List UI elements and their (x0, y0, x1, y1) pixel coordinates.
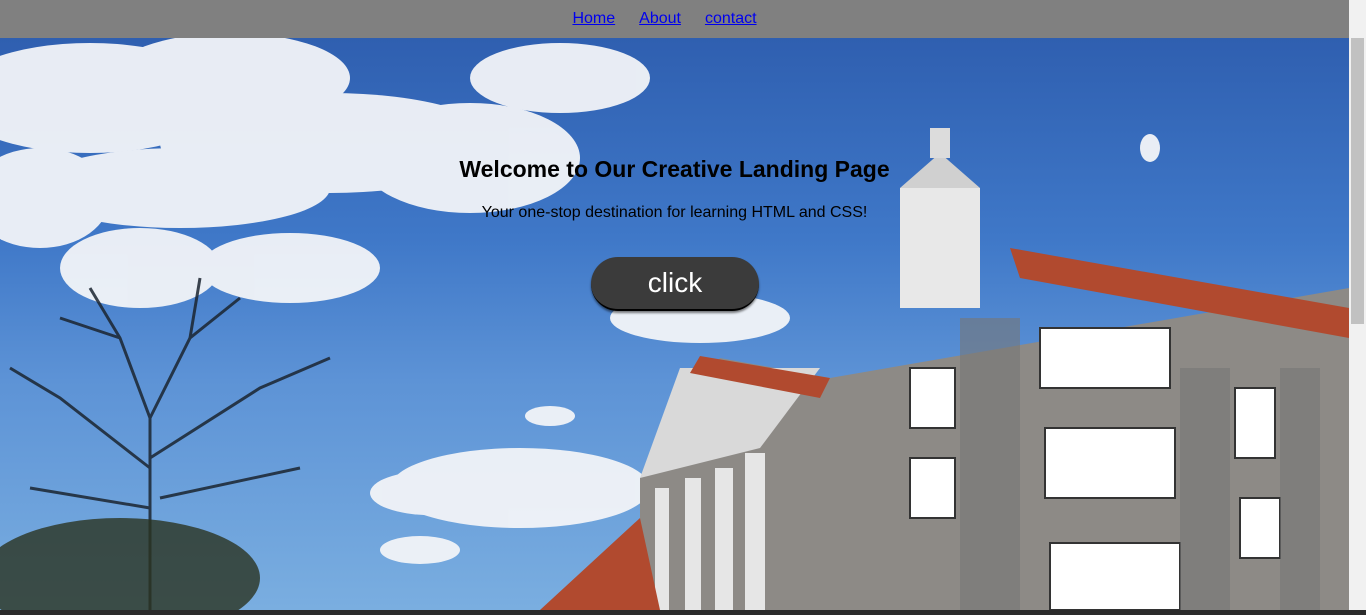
top-navbar: Home About contact (0, 0, 1349, 38)
nav-link-home[interactable]: Home (572, 10, 615, 28)
hero-section: Welcome to Our Creative Landing Page You… (0, 38, 1349, 610)
nav-link-about[interactable]: About (639, 10, 681, 28)
hero-title: Welcome to Our Creative Landing Page (459, 156, 890, 182)
scrollbar-thumb[interactable] (1351, 38, 1364, 324)
bottom-edge-bar (0, 610, 1366, 615)
hero-background-image (0, 38, 1349, 610)
click-button[interactable]: click (591, 257, 759, 311)
hero-subtitle: Your one-stop destination for learning H… (481, 204, 868, 221)
nav-link-contact[interactable]: contact (705, 10, 757, 28)
landing-page: Home About contact Welcome to Our Creati… (0, 0, 1366, 615)
vertical-scrollbar[interactable] (1349, 0, 1366, 610)
